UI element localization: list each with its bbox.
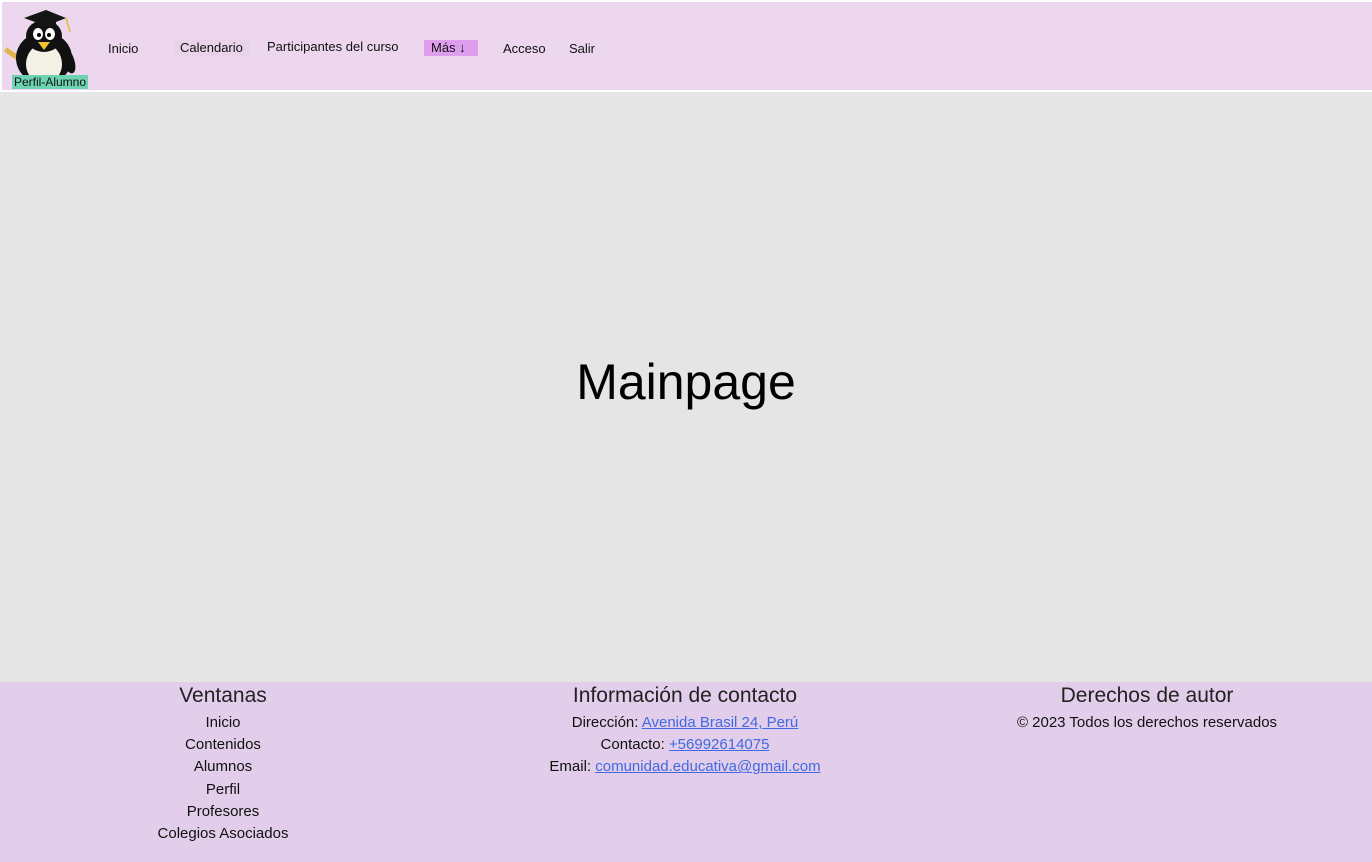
logo[interactable]: Perfil-Alumno <box>2 8 92 90</box>
footer-contacto: Información de contacto Dirección: Aveni… <box>485 682 885 779</box>
footer-direccion: Dirección: Avenida Brasil 24, Perú <box>485 712 885 734</box>
nav-mas-dropdown[interactable]: Más ↓ <box>424 40 478 56</box>
email-link[interactable]: comunidad.educativa@gmail.com <box>595 758 820 775</box>
footer-link-contenidos[interactable]: Contenidos <box>73 734 373 756</box>
telefono-link[interactable]: +56992614075 <box>669 736 770 753</box>
footer-contacto-heading: Información de contacto <box>572 684 798 707</box>
nav-acceso[interactable]: Acceso <box>503 41 546 57</box>
footer-derechos: Derechos de autor © 2023 Todos los derec… <box>947 682 1347 734</box>
top-navbar: Perfil-Alumno Inicio Calendario Particip… <box>2 2 1372 90</box>
nav-salir[interactable]: Salir <box>569 41 595 57</box>
footer-derechos-heading: Derechos de autor <box>1060 684 1234 707</box>
nav-calendario[interactable]: Calendario <box>174 40 249 56</box>
direccion-label: Dirección: <box>571 714 642 731</box>
page-title: Mainpage <box>576 354 796 410</box>
footer-link-inicio[interactable]: Inicio <box>73 712 373 734</box>
nav-inicio[interactable]: Inicio <box>108 41 138 57</box>
footer-link-alumnos[interactable]: Alumnos <box>73 756 373 778</box>
nav-participantes-del-curso[interactable]: Participantes del curso <box>267 39 399 55</box>
footer-link-profesores[interactable]: Profesores <box>73 801 373 823</box>
footer-ventanas: Ventanas Inicio Contenidos Alumnos Perfi… <box>73 682 373 845</box>
footer: Ventanas Inicio Contenidos Alumnos Perfi… <box>0 682 1372 862</box>
main-content: Mainpage <box>0 92 1372 682</box>
profile-badge[interactable]: Perfil-Alumno <box>12 75 89 89</box>
footer-telefono: Contacto: +56992614075 <box>485 734 885 756</box>
email-label: Email: <box>549 758 596 776</box>
direccion-link[interactable]: Avenida Brasil 24, Perú <box>642 714 798 731</box>
footer-link-colegios-asociados[interactable]: Colegios Asociados <box>73 823 373 845</box>
footer-email: Email: comunidad.educativa@gmail.com <box>485 756 885 778</box>
footer-ventanas-heading: Ventanas <box>179 684 267 707</box>
contacto-label: Contacto: <box>600 736 669 754</box>
footer-link-perfil[interactable]: Perfil <box>73 779 373 801</box>
copyright-text: © 2023 Todos los derechos reservados <box>1016 714 1278 731</box>
